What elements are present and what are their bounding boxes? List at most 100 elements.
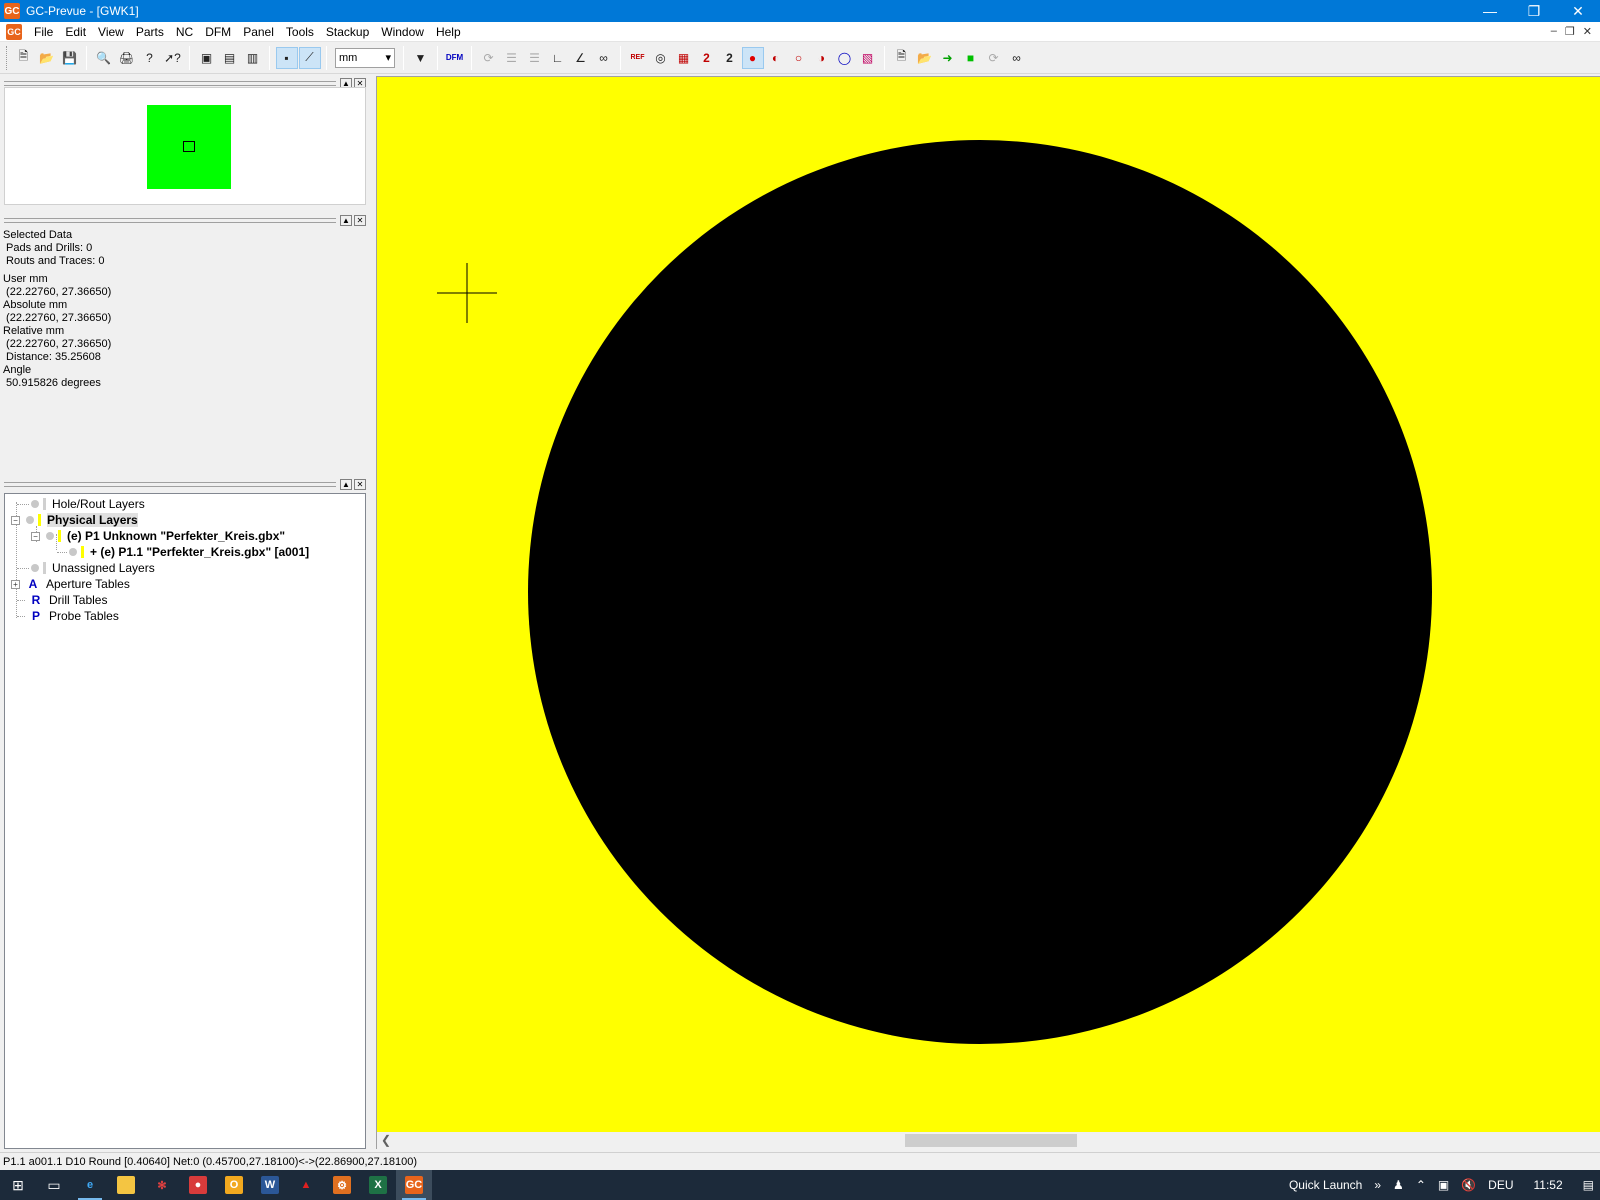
pad-ring-icon[interactable]: ○: [788, 47, 810, 69]
menu-parts[interactable]: Parts: [130, 25, 170, 39]
menu-panel[interactable]: Panel: [237, 25, 280, 39]
align-vertical-icon[interactable]: ☰: [501, 47, 523, 69]
app-red-icon[interactable]: ●: [180, 1170, 216, 1200]
language-indicator[interactable]: DEU: [1482, 1178, 1519, 1192]
clock[interactable]: 11:52: [1520, 1178, 1577, 1192]
document-system-icon[interactable]: GC: [6, 23, 22, 40]
edge-browser-icon[interactable]: e: [72, 1170, 108, 1200]
select-line-icon[interactable]: ⟋: [298, 46, 321, 69]
app-orange-icon[interactable]: O: [216, 1170, 252, 1200]
toolbar-grip[interactable]: [6, 45, 9, 70]
reference-icon[interactable]: REF: [627, 47, 649, 69]
quick-launch-label[interactable]: Quick Launch: [1283, 1178, 1368, 1192]
file-explorer-icon[interactable]: [108, 1170, 144, 1200]
open-layer-icon[interactable]: 📂: [914, 47, 936, 69]
expand-icon[interactable]: +: [11, 579, 20, 589]
zoom-previous-icon[interactable]: ▥: [242, 47, 264, 69]
panel-grip[interactable]: [4, 481, 336, 487]
tree-item-probe-tables[interactable]: P Probe Tables: [17, 608, 119, 624]
collapse-icon[interactable]: −: [31, 531, 40, 541]
round-flash[interactable]: [528, 140, 1432, 1044]
print-icon[interactable]: 🖨: [116, 47, 138, 69]
rotate-icon[interactable]: ⟳: [478, 47, 500, 69]
dfm-check-icon[interactable]: DFM: [444, 47, 466, 69]
tree-item-physical-layers[interactable]: − Physical Layers: [11, 512, 138, 528]
scroll-thumb[interactable]: [905, 1134, 1077, 1147]
menu-file[interactable]: File: [28, 25, 59, 39]
menu-window[interactable]: Window: [375, 25, 430, 39]
acrobat-icon[interactable]: ▲: [288, 1170, 324, 1200]
horizontal-scrollbar[interactable]: ❮: [376, 1132, 1600, 1149]
select-point-icon[interactable]: ▪: [275, 46, 298, 69]
menu-dfm[interactable]: DFM: [199, 25, 237, 39]
cross-hatch-icon[interactable]: ▧: [857, 47, 879, 69]
windows-start-icon[interactable]: ⊞: [0, 1170, 36, 1200]
tree-item-p1[interactable]: − (e) P1 Unknown "Perfekter_Kreis.gbx": [31, 528, 285, 544]
app-logo-icon[interactable]: GC: [4, 3, 20, 19]
tree-item-drill-tables[interactable]: R Drill Tables: [17, 592, 107, 608]
menu-help[interactable]: Help: [430, 25, 467, 39]
zoom-window-icon[interactable]: ▣: [196, 47, 218, 69]
refresh-icon[interactable]: ⟳: [983, 47, 1005, 69]
align-horizontal-icon[interactable]: ☰: [524, 47, 546, 69]
chevron-up-icon[interactable]: ⌃: [1410, 1178, 1432, 1192]
unit-select[interactable]: mm ▾: [335, 47, 395, 68]
net-number-icon[interactable]: 2: [696, 47, 718, 69]
measure-point-icon[interactable]: ∠: [570, 47, 592, 69]
panel-maximize-icon[interactable]: ▲: [340, 478, 352, 490]
debug-tool-icon[interactable]: ✻: [144, 1170, 180, 1200]
pad-red-icon[interactable]: ●: [741, 46, 764, 69]
task-view-icon[interactable]: ▭: [36, 1170, 72, 1200]
net-icon[interactable]: ▦: [673, 47, 695, 69]
mdi-minimize-icon[interactable]: –: [1551, 25, 1557, 38]
net-number-alt-icon[interactable]: 2: [719, 47, 741, 69]
panel-splitter[interactable]: [368, 74, 376, 1154]
help-icon[interactable]: ?: [139, 47, 161, 69]
pad-outline-icon[interactable]: ◐: [765, 47, 787, 69]
import-icon[interactable]: ➜: [937, 47, 959, 69]
chevron-right-icon[interactable]: »: [1368, 1178, 1387, 1192]
menu-view[interactable]: View: [92, 25, 130, 39]
panel-maximize-icon[interactable]: ▲: [340, 214, 352, 226]
network-icon[interactable]: ▣: [1432, 1178, 1455, 1192]
panel-close-icon[interactable]: ✕: [354, 478, 366, 490]
new-layer-icon[interactable]: 🗎: [891, 47, 913, 69]
tree-item-p1-1[interactable]: + (e) P1.1 "Perfekter_Kreis.gbx" [a001]: [57, 544, 309, 560]
gerber-canvas[interactable]: [376, 76, 1600, 1132]
word-icon[interactable]: W: [252, 1170, 288, 1200]
origin-icon[interactable]: ∞: [1006, 47, 1028, 69]
new-file-icon[interactable]: 🗎: [13, 47, 35, 69]
speaker-muted-icon[interactable]: 🔇: [1455, 1178, 1482, 1192]
panel-grip[interactable]: [4, 80, 336, 86]
zoom-all-icon[interactable]: ▤: [219, 47, 241, 69]
menu-stackup[interactable]: Stackup: [320, 25, 375, 39]
filter-icon[interactable]: ▼: [410, 47, 432, 69]
close-icon[interactable]: ✕: [1556, 0, 1600, 22]
measure-add-icon[interactable]: ∞: [593, 47, 615, 69]
target-icon[interactable]: ◎: [650, 47, 672, 69]
app-gear-icon[interactable]: ⚙: [324, 1170, 360, 1200]
context-help-icon[interactable]: ➚?: [162, 47, 184, 69]
tree-item-unassigned-layers[interactable]: Unassigned Layers: [17, 560, 155, 576]
restore-icon[interactable]: ❐: [1512, 0, 1556, 22]
overview-view-rectangle[interactable]: [183, 141, 195, 152]
mdi-restore-icon[interactable]: ❐: [1565, 25, 1575, 38]
tree-item-hole-rout-layers[interactable]: Hole/Rout Layers: [17, 496, 145, 512]
save-icon[interactable]: 💾: [59, 47, 81, 69]
pad-fill-icon[interactable]: ◑: [811, 47, 833, 69]
minimize-icon[interactable]: —: [1468, 0, 1512, 22]
overview-panel[interactable]: [4, 87, 366, 205]
people-icon[interactable]: ♟: [1387, 1178, 1410, 1192]
excel-icon[interactable]: X: [360, 1170, 396, 1200]
panel-close-icon[interactable]: ✕: [354, 214, 366, 226]
panel-grip[interactable]: [4, 217, 336, 223]
collapse-icon[interactable]: −: [11, 515, 20, 525]
open-folder-icon[interactable]: 📂: [36, 47, 58, 69]
tree-item-aperture-tables[interactable]: + A Aperture Tables: [11, 576, 130, 592]
notifications-icon[interactable]: ▤: [1577, 1178, 1600, 1192]
connect-icon[interactable]: ◯: [834, 47, 856, 69]
menu-tools[interactable]: Tools: [280, 25, 320, 39]
print-preview-icon[interactable]: 🔍: [93, 47, 115, 69]
layer-color-icon[interactable]: ■: [960, 47, 982, 69]
measure-icon[interactable]: ∟: [547, 47, 569, 69]
